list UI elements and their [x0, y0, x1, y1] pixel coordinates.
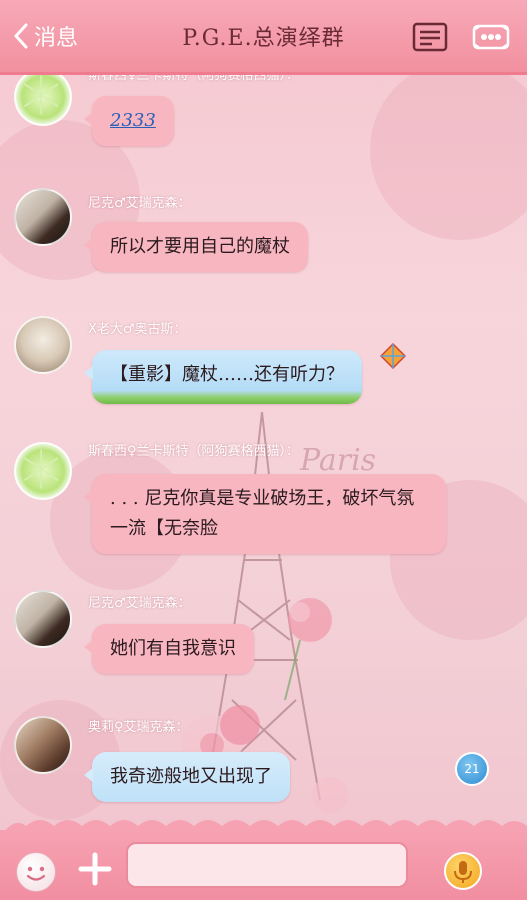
plus-icon[interactable] [78, 852, 112, 886]
message-bubble[interactable]: . . . 尼克你真是专业破场王，破坏气氛一流【无奈脸 [84, 474, 446, 554]
message-bubble[interactable]: 所以才要用自己的魔杖 [84, 222, 308, 272]
lime-slice-avatar[interactable] [14, 442, 72, 500]
sender-name: 奥莉♀艾瑞克森： [88, 720, 189, 735]
sender-name: 尼克♂艾瑞克森： [88, 596, 191, 611]
sender-name: 尼克♂艾瑞克森： [88, 196, 191, 211]
sender-name: 斯春西♀兰卡斯特（阿狗赛格西猫）： [88, 444, 300, 459]
couple-avatar[interactable] [14, 716, 72, 774]
group-members-icon[interactable] [472, 22, 510, 52]
message-input[interactable] [126, 842, 408, 888]
anime-boy-avatar[interactable] [14, 316, 72, 374]
smiley-icon[interactable] [16, 852, 56, 892]
sender-name: X老大♂奥古斯： [88, 322, 187, 337]
message-link[interactable]: 2333 [110, 110, 156, 131]
unread-count-badge[interactable]: 21 [455, 752, 489, 786]
composer-bar [0, 812, 527, 900]
svg-text:Paris: Paris [299, 443, 376, 478]
message-bubble[interactable]: 我奇迹般地又出现了 [84, 752, 290, 802]
message-bubble[interactable]: 2333 [84, 96, 174, 146]
message-bubble[interactable]: 她们有自我意识 [84, 624, 254, 674]
kite-icon [379, 342, 407, 370]
piano-room-avatar[interactable] [14, 590, 72, 648]
group-notice-icon[interactable] [412, 22, 448, 52]
lime-slice-avatar[interactable] [14, 68, 72, 126]
composer-background [0, 830, 527, 900]
piano-room-avatar[interactable] [14, 188, 72, 246]
message-bubble[interactable]: 【重影】魔杖……还有听力？ [84, 350, 362, 404]
chat-header: 消息 P.G.E.总演绎群 [0, 0, 527, 75]
microphone-icon[interactable] [444, 852, 482, 890]
